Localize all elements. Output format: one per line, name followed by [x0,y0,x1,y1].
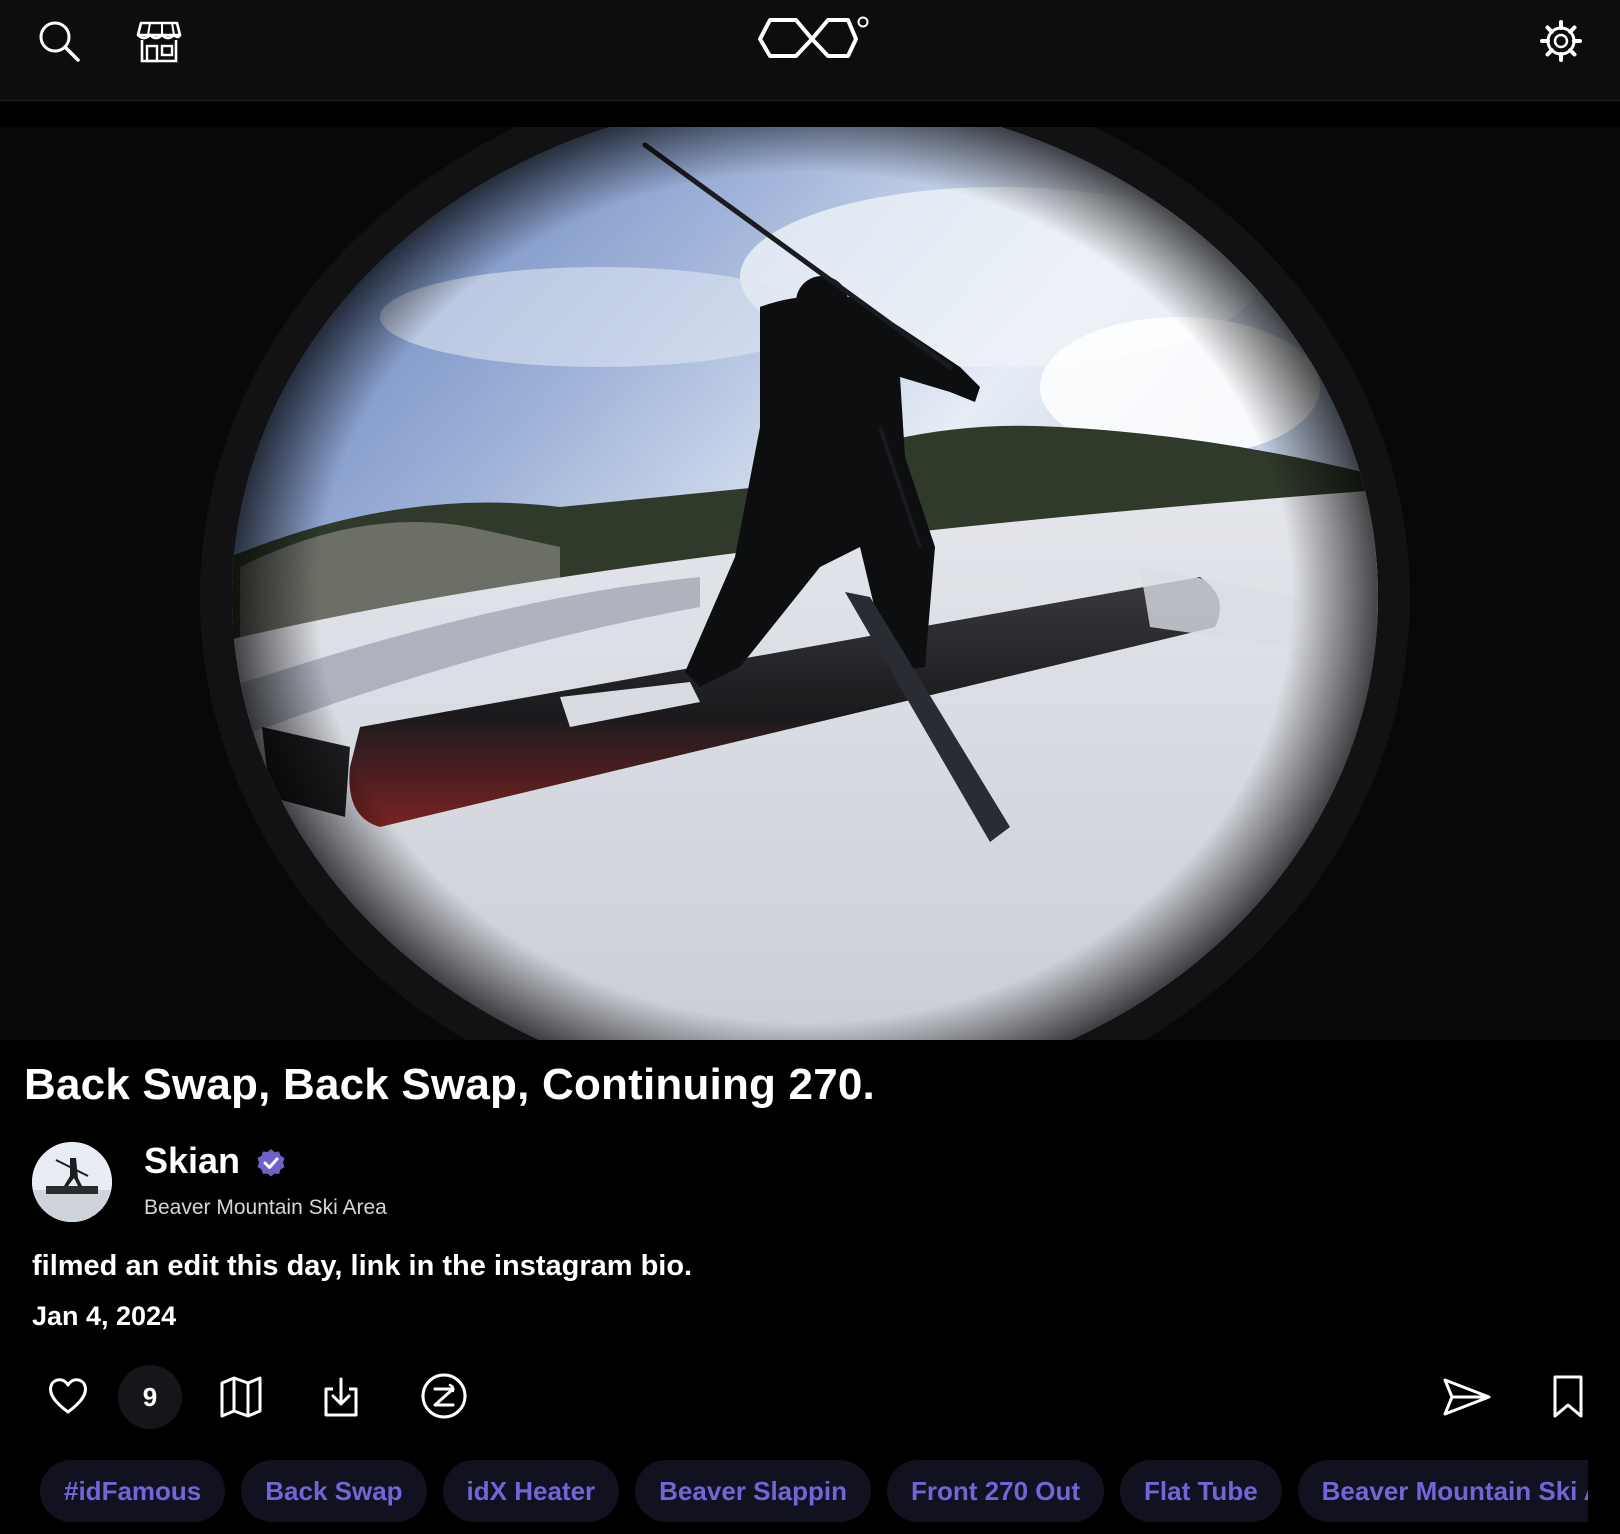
settings-button[interactable] [1536,16,1586,66]
avatar-image [32,1142,112,1222]
app-logo[interactable] [756,14,870,62]
likes-count[interactable]: 9 [118,1365,182,1429]
avatar[interactable] [32,1142,112,1222]
post-video-media[interactable] [0,127,1620,1040]
shop-button[interactable] [132,14,186,68]
download-icon [324,1377,358,1417]
author-block[interactable]: Skian Beaver Mountain Ski Area [32,1140,932,1230]
map-button[interactable] [216,1372,266,1422]
share-icon [1443,1378,1491,1416]
tag-chip[interactable]: Flat Tube [1120,1460,1282,1522]
bookmark-button[interactable] [1546,1372,1590,1422]
heart-icon [49,1378,87,1414]
post-date: Jan 4, 2024 [32,1301,177,1331]
map-icon [220,1376,262,1418]
download-button[interactable] [318,1372,364,1422]
tag-chip[interactable]: Front 270 Out [887,1460,1105,1522]
tag-chip[interactable]: Beaver Mountain Ski Area [1297,1460,1588,1522]
tag-chip[interactable]: Beaver Slappin [635,1460,872,1522]
tip-button[interactable] [418,1370,470,1422]
tag-chip[interactable]: Back Swap [241,1460,427,1522]
search-button[interactable] [34,16,84,66]
logo-icon [758,16,869,58]
top-navigation-bar [0,0,1620,101]
verified-badge-icon [256,1148,286,1183]
post-actions-bar: 9 [0,1362,1620,1432]
settings-gear-icon [1540,20,1582,62]
tip-icon [421,1373,467,1419]
tags-row: #idFamous Back Swap idX Heater Beaver Slapp… [40,1460,1588,1526]
tag-chip[interactable]: idX Heater [442,1460,620,1522]
like-button[interactable] [44,1372,92,1420]
author-location[interactable]: Beaver Mountain Ski Area [144,1196,387,1220]
post-image [0,127,1620,1040]
post-caption: filmed an edit this day, link in the ins… [32,1250,693,1282]
author-name[interactable]: Skian [144,1140,240,1182]
bookmark-icon [1553,1375,1583,1418]
search-icon [39,21,80,62]
shop-icon [136,21,182,63]
share-button[interactable] [1440,1372,1494,1422]
tag-chip[interactable]: #idFamous [40,1460,226,1522]
post-title: Back Swap, Back Swap, Continuing 270. [24,1060,875,1109]
